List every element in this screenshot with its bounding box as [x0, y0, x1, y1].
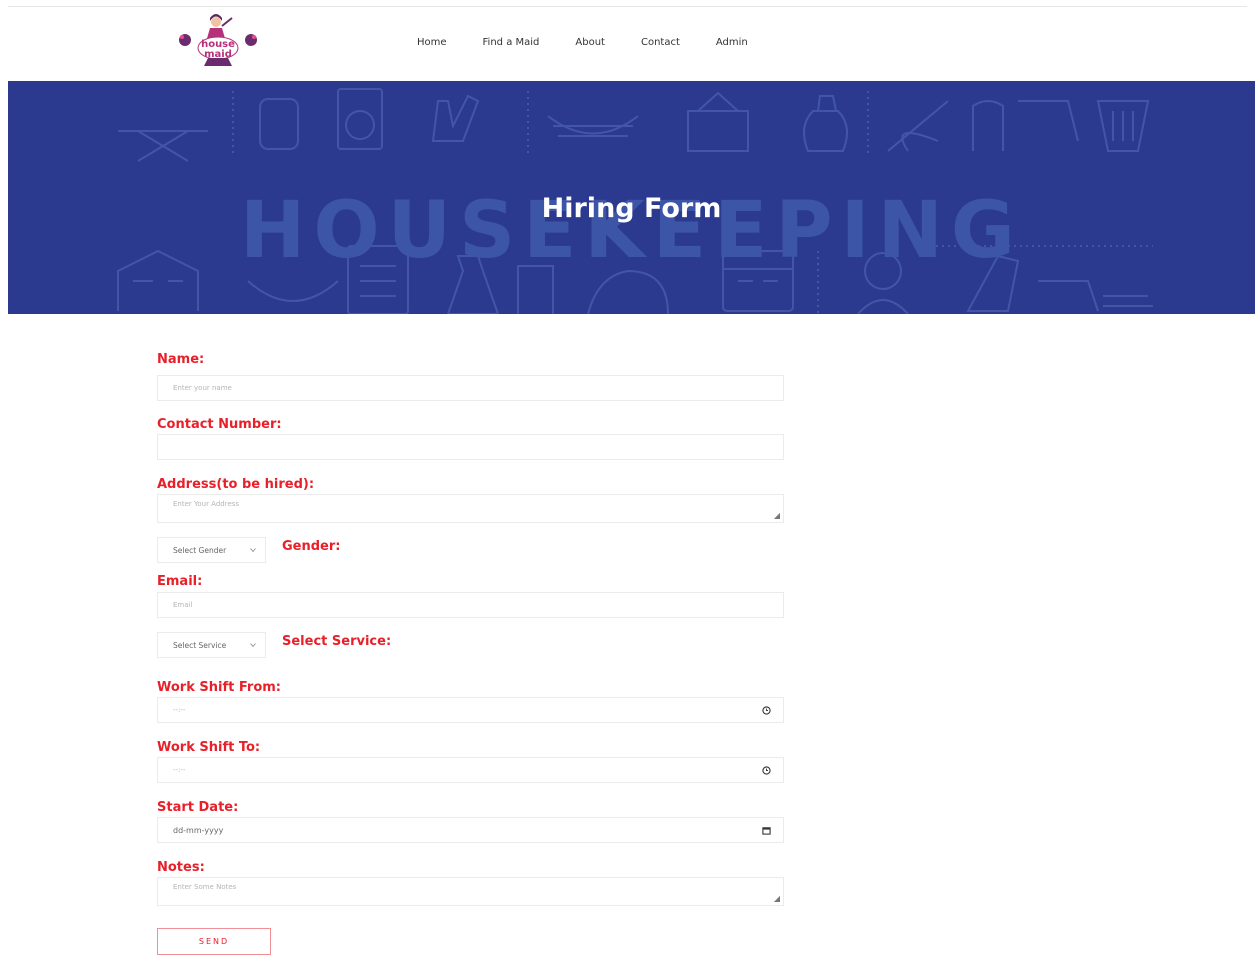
nav-about[interactable]: About	[575, 37, 605, 48]
chevron-down-icon	[250, 548, 256, 553]
nav-admin[interactable]: Admin	[716, 37, 748, 48]
main-nav: Home Find a Maid About Contact Admin	[417, 37, 784, 48]
notes-textarea[interactable]: Enter Some Notes ◢	[157, 877, 784, 906]
address-label: Address(to be hired):	[157, 477, 315, 492]
nav-contact[interactable]: Contact	[641, 37, 680, 48]
shift-to-time-input[interactable]: --:--	[157, 757, 784, 783]
resize-handle-icon[interactable]: ◢	[774, 512, 780, 520]
email-input[interactable]: Email	[157, 592, 784, 618]
notes-label: Notes:	[157, 860, 205, 875]
shift-from-label: Work Shift From:	[157, 680, 281, 695]
shift-to-label: Work Shift To:	[157, 740, 261, 755]
nav-home[interactable]: Home	[417, 37, 447, 48]
contact-label: Contact Number:	[157, 417, 282, 432]
maid-logo-icon: house maid	[179, 14, 257, 66]
hero-banner: HOUSEKEEPING Hiring Form	[8, 81, 1255, 314]
brand-logo[interactable]: house maid	[174, 12, 262, 72]
email-label: Email:	[157, 574, 203, 589]
send-button[interactable]: SEND	[157, 928, 271, 955]
start-date-label: Start Date:	[157, 800, 239, 815]
start-date-input[interactable]: dd-mm-yyyy	[157, 817, 784, 843]
service-label: Select Service:	[282, 634, 392, 649]
chevron-down-icon	[250, 643, 256, 648]
site-header: house maid Home Find a Maid About Contac…	[0, 0, 1255, 81]
gender-label: Gender:	[282, 539, 341, 554]
gender-select[interactable]: Select Gender	[157, 537, 266, 563]
clock-icon[interactable]	[762, 766, 771, 775]
clock-icon[interactable]	[762, 706, 771, 715]
shift-from-time-input[interactable]: --:--	[157, 697, 784, 723]
nav-find-a-maid[interactable]: Find a Maid	[483, 37, 540, 48]
service-select[interactable]: Select Service	[157, 632, 266, 658]
calendar-icon[interactable]	[762, 826, 771, 835]
contact-number-input[interactable]	[157, 434, 784, 460]
name-input[interactable]: Enter your name	[157, 375, 784, 401]
resize-handle-icon[interactable]: ◢	[774, 895, 780, 903]
page-title: Hiring Form	[541, 193, 722, 224]
address-textarea[interactable]: Enter Your Address ◢	[157, 494, 784, 523]
name-label: Name:	[157, 352, 205, 367]
